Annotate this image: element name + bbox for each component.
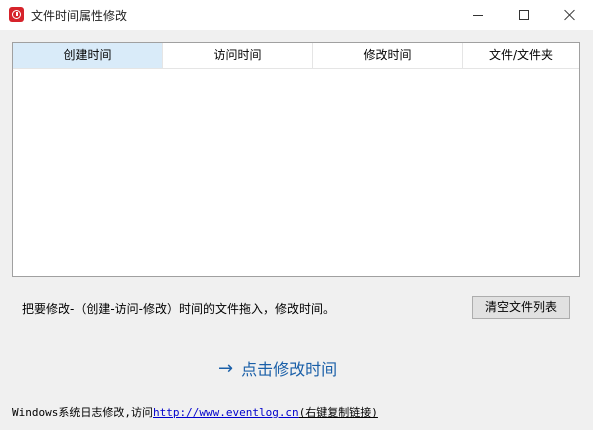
arrow-right-icon: → <box>218 357 234 379</box>
clear-list-button[interactable]: 清空文件列表 <box>472 296 570 319</box>
minimize-button[interactable] <box>455 0 501 30</box>
window-title: 文件时间属性修改 <box>31 9 128 23</box>
file-list[interactable]: 创建时间 访问时间 修改时间 文件/文件夹 <box>12 42 580 277</box>
footer: Windows系统日志修改,访问http://www.eventlog.cn(右… <box>12 404 378 420</box>
column-header-accessed[interactable]: 访问时间 <box>163 43 313 68</box>
modify-time-label: 点击修改时间 <box>241 360 338 379</box>
column-header-modified[interactable]: 修改时间 <box>313 43 463 68</box>
modify-time-button[interactable]: → 点击修改时间 <box>218 356 337 380</box>
maximize-button[interactable] <box>501 0 547 30</box>
footer-suffix: (右键复制链接) <box>298 406 378 419</box>
title-bar: 文件时间属性修改 <box>0 0 593 30</box>
close-button[interactable] <box>547 0 593 30</box>
footer-prefix: Windows系统日志修改,访问 <box>12 406 153 419</box>
list-header: 创建时间 访问时间 修改时间 文件/文件夹 <box>13 43 579 69</box>
column-header-file[interactable]: 文件/文件夹 <box>463 43 579 68</box>
website-link[interactable]: http://www.eventlog.cn <box>153 406 299 419</box>
drag-hint-text: 把要修改-（创建-访问-修改）时间的文件拖入，修改时间。 <box>22 302 335 316</box>
column-header-created[interactable]: 创建时间 <box>13 43 163 68</box>
clock-icon <box>9 7 24 22</box>
